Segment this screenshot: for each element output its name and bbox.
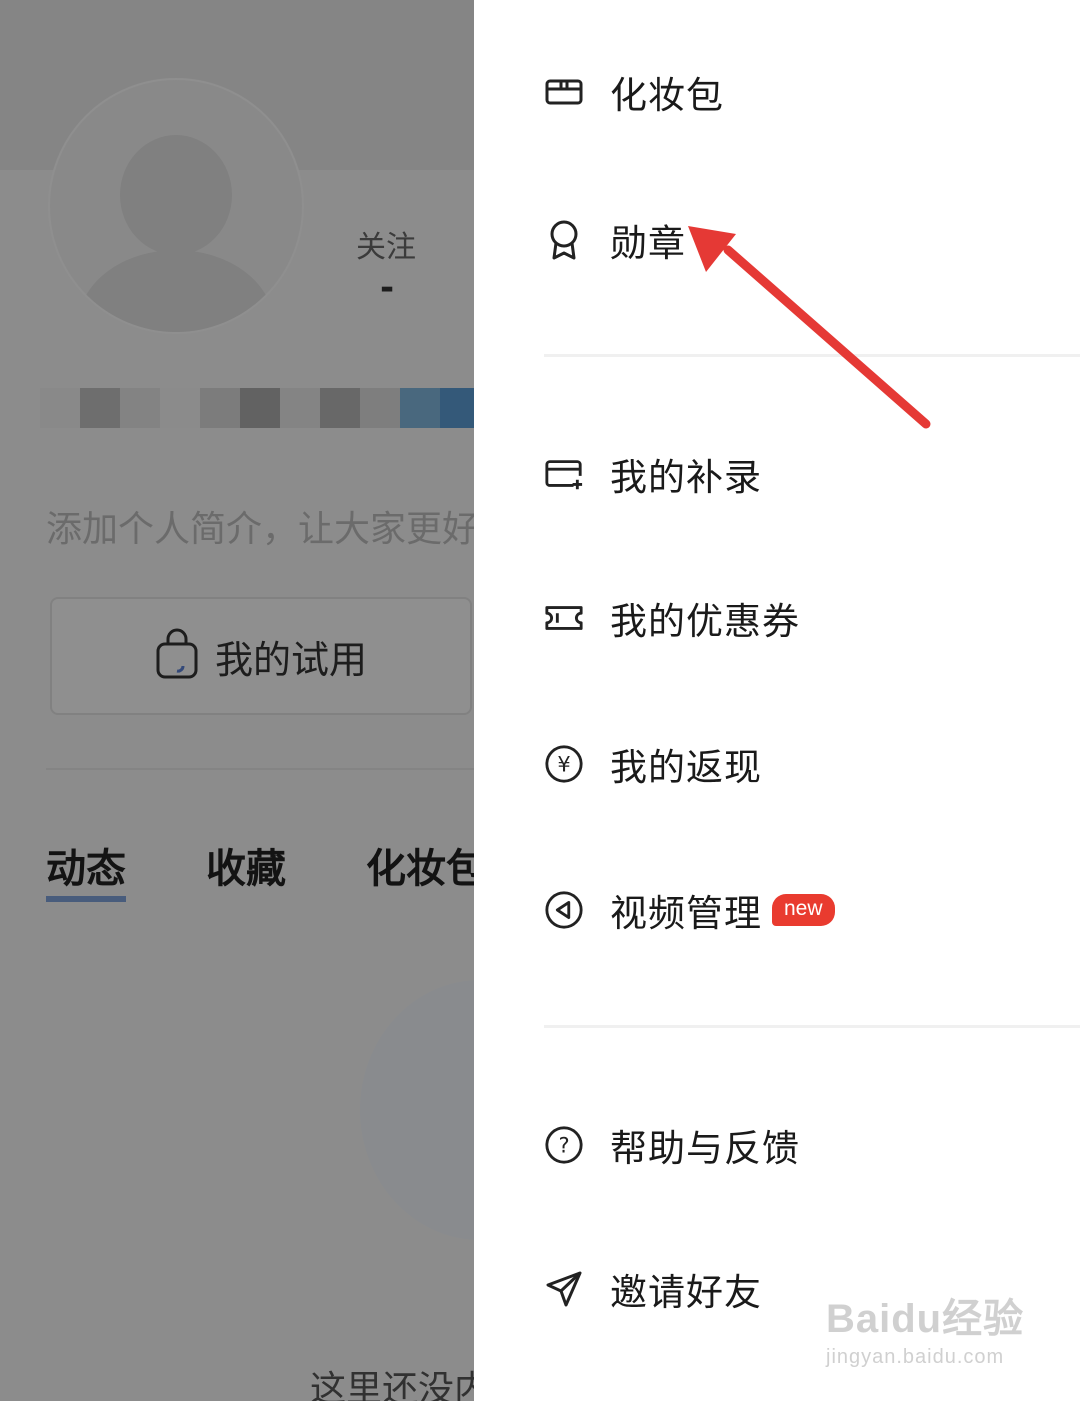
card-add-icon (544, 454, 584, 494)
drawer-item-label: 我的返现 (610, 746, 762, 789)
paper-plane-icon (544, 1269, 584, 1309)
baidu-watermark: Baidu经验 jingyan.baidu.com (826, 1286, 1024, 1369)
drawer-item-label: 化妆包 (610, 74, 724, 117)
drawer-item-supplement-record[interactable]: 我的补录 (544, 444, 762, 504)
yen-circle-icon: ¥ (544, 744, 584, 784)
drawer-item-medal[interactable]: 勋章 (544, 210, 686, 270)
drawer-item-label: 我的补录 (610, 456, 762, 499)
drawer-divider (544, 354, 1080, 357)
drawer-item-coupons[interactable]: 我的优惠券 (544, 588, 800, 648)
drawer-item-label: 帮助与反馈 (610, 1127, 800, 1170)
makeup-bag-icon (544, 72, 584, 112)
svg-text:?: ? (558, 1134, 569, 1158)
svg-text:¥: ¥ (557, 753, 570, 777)
drawer-item-help-feedback[interactable]: ? 帮助与反馈 (544, 1115, 800, 1175)
watermark-sub: jingyan.baidu.com (826, 1346, 1005, 1368)
drawer-item-video-management[interactable]: 视频管理 new (544, 880, 835, 940)
drawer-item-makeup-bag[interactable]: 化妆包 (544, 62, 724, 122)
watermark-main: Baidu经验 (826, 1297, 1025, 1341)
drawer-overlay-scrim[interactable] (0, 0, 474, 1401)
drawer-item-label: 勋章 (610, 222, 686, 265)
play-circle-icon (544, 890, 584, 930)
side-drawer: 化妆包 勋章 我的补录 我的优惠券 ¥ 我的返现 视频管理 new ? 帮助与反… (474, 0, 1080, 1401)
drawer-divider (544, 1025, 1080, 1028)
drawer-item-label: 邀请好友 (610, 1271, 762, 1314)
coupon-icon (544, 598, 584, 638)
drawer-item-cashback[interactable]: ¥ 我的返现 (544, 734, 762, 794)
drawer-item-label: 视频管理 (610, 892, 762, 935)
medal-icon (544, 220, 584, 260)
new-badge: new (772, 894, 835, 926)
drawer-item-label: 我的优惠券 (610, 600, 800, 643)
question-circle-icon: ? (544, 1125, 584, 1165)
drawer-item-invite-friends[interactable]: 邀请好友 (544, 1259, 762, 1319)
